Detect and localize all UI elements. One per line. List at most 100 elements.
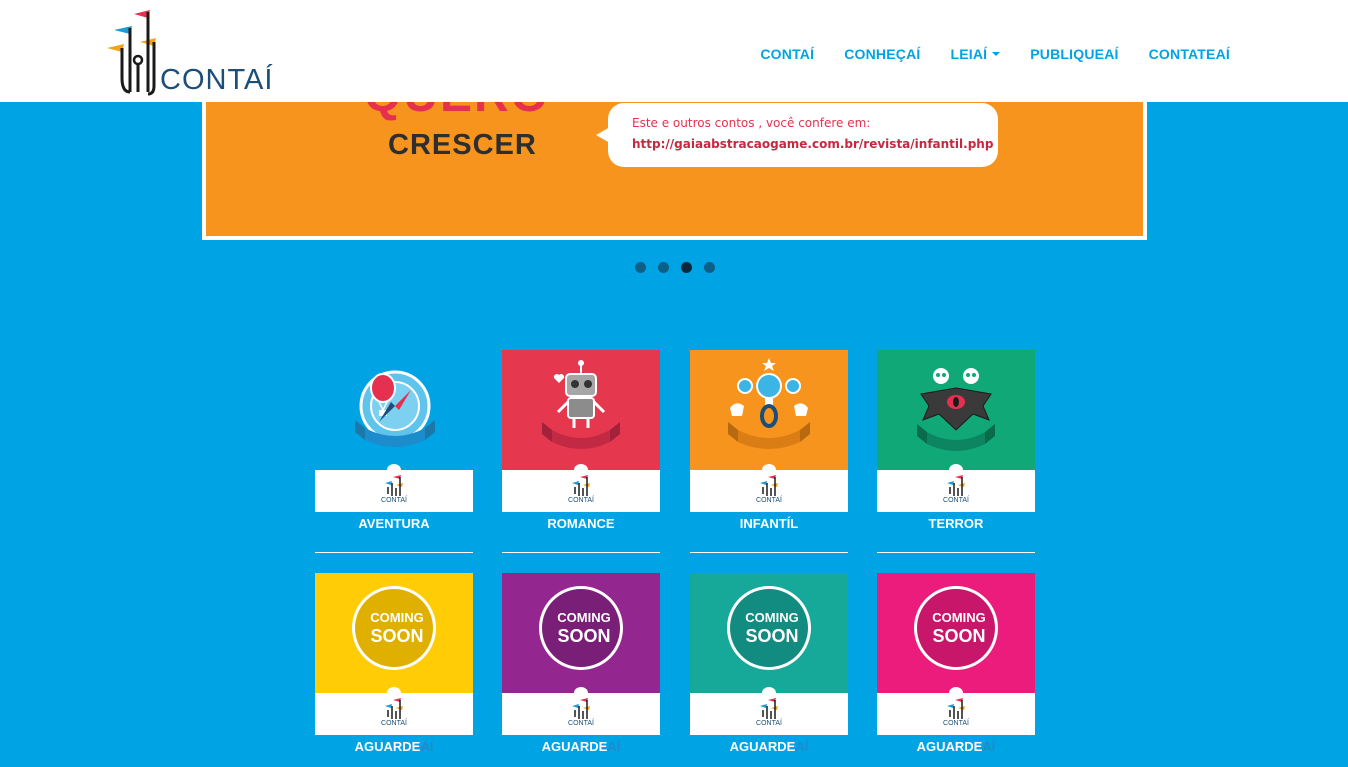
category-card-aventura[interactable]: CONTAÍ [315,350,473,512]
nav-item-leiai-label: LEIAÍ [950,46,988,62]
card-footer: CONTAÍ [315,687,473,735]
mini-logo-text: CONTAÍ [381,720,407,727]
divider [877,552,1035,553]
card-footer: CONTAÍ [690,687,848,735]
card-image: COMING SOON [502,573,660,693]
nav-item-conhecai[interactable]: CONHEÇAÍ [844,46,920,62]
contai-mini-logo: CONTAÍ [568,698,594,730]
badge-line-coming: COMING [932,610,986,625]
contai-logo-icon [760,475,778,496]
badge-line-soon: SOON [370,626,424,646]
card-image: COMING SOON [877,573,1035,693]
category-card-terror[interactable]: CONTAÍ [877,350,1035,512]
coming-soon-title-4[interactable]: AGUARDEAÍ [877,739,1035,754]
coming-soon-badge: COMING SOON [914,586,998,670]
card-footer: CONTAÍ [502,687,660,735]
baby-rattle-icon [728,358,810,449]
contai-logo-icon [947,698,965,719]
speech-bubble: Este e outros contos , você confere em: … [596,103,998,167]
nav-item-leiai-dropdown[interactable]: LEIAÍ [950,46,1001,62]
category-title-aventura[interactable]: AVENTURA [315,516,473,531]
nav-item-publiqueai[interactable]: PUBLIQUEAÍ [1030,46,1118,62]
carousel-indicator-4[interactable] [704,262,715,273]
nav-item-contai[interactable]: CONTAÍ [760,46,814,62]
contai-logo-icon [572,698,590,719]
contai-mini-logo: CONTAÍ [756,698,782,730]
card-image: COMING SOON [690,573,848,693]
slide-title-crescer: CRESCER [388,129,537,161]
badge-line-soon: SOON [557,626,611,646]
contai-mini-logo: CONTAÍ [943,698,969,730]
carousel-indicators [635,262,715,273]
ai-suffix: AÍ [607,739,621,754]
ai-suffix: AÍ [795,739,809,754]
mini-logo-text: CONTAÍ [943,497,969,504]
coming-soon-card-4[interactable]: COMING SOON CONTAÍ [877,573,1035,735]
badge-line-soon: SOON [745,626,799,646]
contai-mini-logo: CONTAÍ [943,475,969,507]
coming-soon-card-3[interactable]: COMING SOON CONTAÍ [690,573,848,735]
coming-soon-badge: COMING SOON [727,586,811,670]
mini-logo-text: CONTAÍ [756,720,782,727]
badge-line-coming: COMING [745,610,799,625]
main-nav: CONTAÍ CONHEÇAÍ LEIAÍ PUBLIQUEAÍ CONTATE… [760,46,1230,62]
card-footer: CONTAÍ [315,464,473,512]
badge-line-coming: COMING [370,610,424,625]
contai-mini-logo: CONTAÍ [381,475,407,507]
mini-logo-text: CONTAÍ [943,720,969,727]
aguarde-label: AGUARDE [541,739,608,754]
divider [315,552,473,553]
coming-soon-badge: COMING SOON [539,586,623,670]
contai-logo-icon [572,475,590,496]
hot-air-balloon-icon [355,370,435,447]
contai-mini-logo: CONTAÍ [568,475,594,507]
coming-soon-card-1[interactable]: COMING SOON CONTAÍ [315,573,473,735]
carousel-indicator-2[interactable] [658,262,669,273]
card-image [315,350,473,470]
ai-suffix: AÍ [982,739,996,754]
category-title-terror[interactable]: TERROR [877,516,1035,531]
bat-monster-icon [917,368,995,451]
brand-name: CONTAÍ [160,64,274,96]
card-footer: CONTAÍ [690,464,848,512]
coming-soon-card-2[interactable]: COMING SOON CONTAÍ [502,573,660,735]
mini-logo-text: CONTAÍ [568,497,594,504]
category-title-romance[interactable]: ROMANCE [502,516,660,531]
card-footer: CONTAÍ [877,687,1035,735]
brand-logo[interactable]: CONTAÍ [104,8,272,98]
mini-logo-text: CONTAÍ [381,497,407,504]
card-image [502,350,660,470]
card-image [690,350,848,470]
aguarde-label: AGUARDE [354,739,421,754]
aguarde-label: AGUARDE [729,739,796,754]
card-image: COMING SOON [315,573,473,693]
nav-item-contateai[interactable]: CONTATEAÍ [1149,46,1230,62]
card-footer: CONTAÍ [502,464,660,512]
coming-soon-title-2[interactable]: AGUARDEAÍ [502,739,660,754]
aguarde-label: AGUARDE [916,739,983,754]
contai-logo-icon [760,698,778,719]
contai-mini-logo: CONTAÍ [756,475,782,507]
mini-logo-text: CONTAÍ [756,497,782,504]
caret-down-icon [992,52,1001,56]
card-footer: CONTAÍ [877,464,1035,512]
category-card-romance[interactable]: CONTAÍ [502,350,660,512]
carousel-indicator-1[interactable] [635,262,646,273]
contai-logo-icon [947,475,965,496]
category-title-infantil[interactable]: INFANTÍL [690,516,848,531]
top-navbar: CONTAÍ CONTAÍ CONHEÇAÍ LEIAÍ PUBLIQUEAÍ … [0,0,1348,102]
coming-soon-title-1[interactable]: AGUARDEAÍ [315,739,473,754]
divider [502,552,660,553]
bubble-url: http://gaiaabstracaogame.com.br/revista/… [632,137,994,151]
robot-heart-icon [542,360,620,449]
contai-logo-icon [385,698,403,719]
divider [690,552,848,553]
coming-soon-badge: COMING SOON [352,586,436,670]
carousel-indicator-3[interactable] [681,262,692,273]
bubble-caption: Este e outros contos , você confere em: [632,116,871,130]
contai-logo-icon [385,475,403,496]
card-image [877,350,1035,470]
badge-line-coming: COMING [557,610,611,625]
coming-soon-title-3[interactable]: AGUARDEAÍ [690,739,848,754]
category-card-infantil[interactable]: CONTAÍ [690,350,848,512]
